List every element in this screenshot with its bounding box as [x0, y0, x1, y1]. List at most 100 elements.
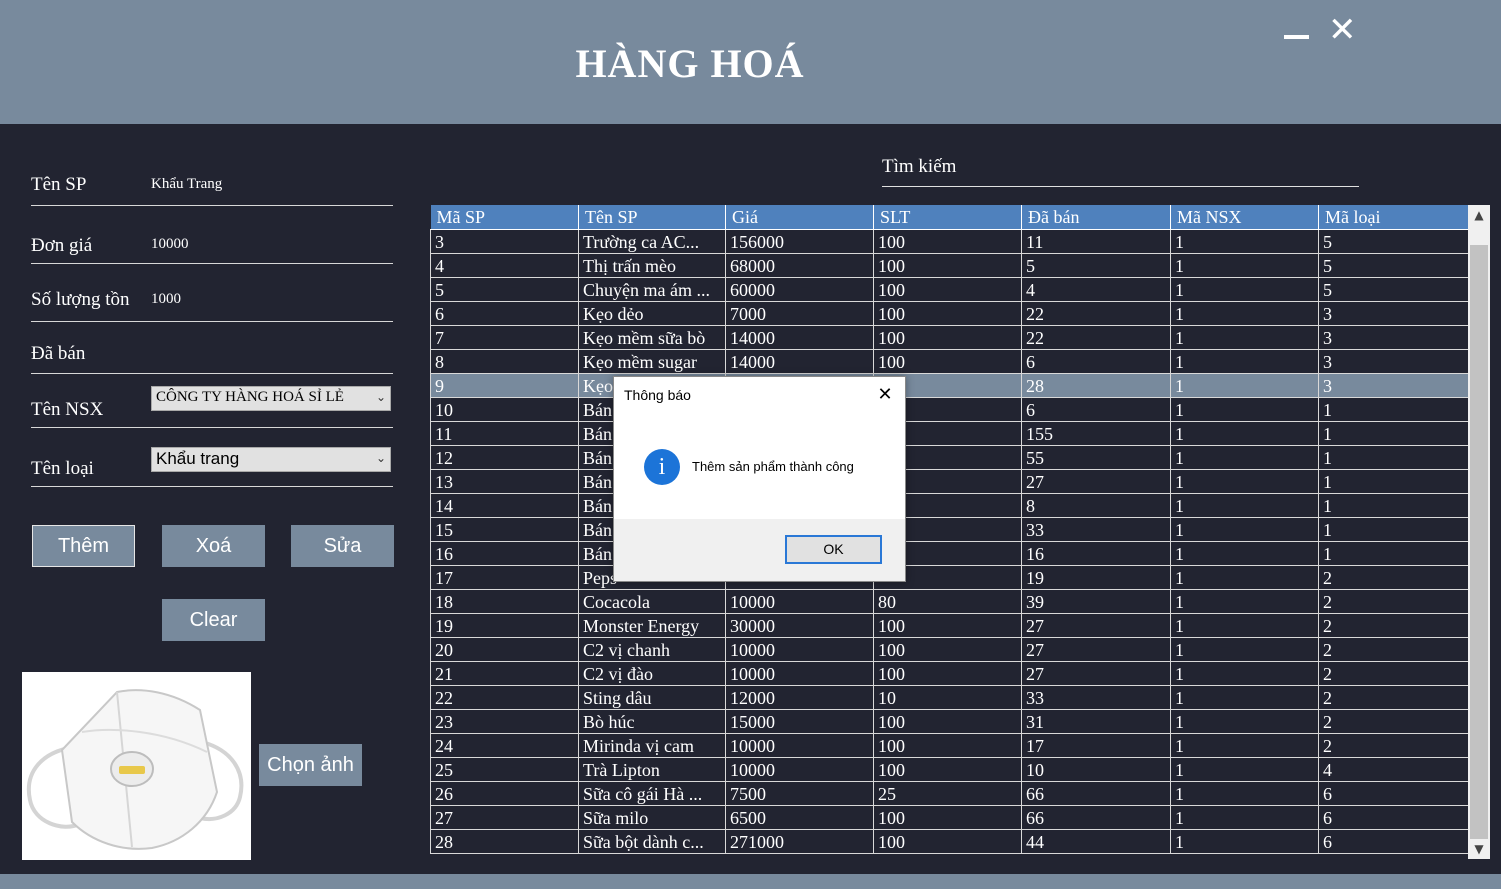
table-cell[interactable]: 14000 — [725, 325, 874, 350]
table-cell[interactable]: 1 — [1170, 829, 1319, 854]
ten-loai-select[interactable]: Khẩu trang ⌄ — [151, 447, 391, 472]
table-cell[interactable]: 2 — [1318, 565, 1468, 590]
table-row[interactable]: 12 Bán 55 1 1 — [430, 445, 1468, 470]
table-cell[interactable]: 5 — [430, 277, 579, 302]
table-cell[interactable]: 1 — [1170, 397, 1319, 422]
clear-button[interactable]: Clear — [162, 599, 265, 641]
table-cell[interactable]: 6 — [430, 301, 579, 326]
table-cell[interactable]: 1 — [1170, 469, 1319, 494]
table-cell[interactable]: 1 — [1170, 277, 1319, 302]
table-cell[interactable]: 100 — [873, 805, 1022, 830]
table-cell[interactable]: 2 — [1318, 661, 1468, 686]
table-cell[interactable]: 1 — [1170, 805, 1319, 830]
table-cell[interactable]: 1 — [1170, 757, 1319, 782]
table-cell[interactable]: 2 — [1318, 709, 1468, 734]
chon-anh-button[interactable]: Chọn ảnh — [259, 744, 362, 786]
table-cell[interactable]: 1 — [1318, 445, 1468, 470]
table-cell[interactable]: 2 — [1318, 637, 1468, 662]
table-cell[interactable]: 1 — [1170, 685, 1319, 710]
sua-button[interactable]: Sửa — [291, 525, 394, 567]
table-cell[interactable]: 1 — [1170, 421, 1319, 446]
table-cell[interactable]: 5 — [1318, 253, 1468, 278]
table-cell[interactable]: 66 — [1021, 781, 1171, 806]
table-cell[interactable]: Chuyện ma ám ... — [578, 277, 726, 302]
table-cell[interactable]: 3 — [1318, 325, 1468, 350]
table-row[interactable]: 17 Peps 19 1 2 — [430, 565, 1468, 590]
table-cell[interactable]: 100 — [873, 253, 1022, 278]
table-cell[interactable]: 18 — [430, 589, 579, 614]
table-cell[interactable]: 1 — [1170, 613, 1319, 638]
table-cell[interactable]: 156000 — [725, 229, 874, 254]
table-cell[interactable]: 13 — [430, 469, 579, 494]
table-cell[interactable]: 22 — [1021, 325, 1171, 350]
table-cell[interactable]: Mirinda vị cam — [578, 733, 726, 758]
table-row[interactable]: 25 Trà Lipton 10000 100 10 1 4 — [430, 757, 1468, 782]
table-cell[interactable]: 100 — [873, 829, 1022, 854]
column-header[interactable]: Tên SP — [578, 205, 726, 230]
vertical-scrollbar[interactable]: ▲ ▼ — [1468, 205, 1490, 859]
column-header[interactable]: SLT — [873, 205, 1022, 230]
table-cell[interactable]: 1 — [1170, 541, 1319, 566]
table-cell[interactable]: 27 — [1021, 613, 1171, 638]
table-cell[interactable]: 1 — [1170, 517, 1319, 542]
minimize-icon[interactable] — [1284, 35, 1309, 39]
table-cell[interactable]: 1 — [1170, 709, 1319, 734]
table-cell[interactable]: 27 — [430, 805, 579, 830]
table-cell[interactable]: 16 — [430, 541, 579, 566]
table-cell[interactable]: 33 — [1021, 517, 1171, 542]
xoa-button[interactable]: Xoá — [162, 525, 265, 567]
table-row[interactable]: 5 Chuyện ma ám ... 60000 100 4 1 5 — [430, 277, 1468, 302]
table-row[interactable]: 6 Kẹo dẻo 7000 100 22 1 3 — [430, 301, 1468, 326]
table-cell[interactable]: 100 — [873, 301, 1022, 326]
table-cell[interactable]: Kẹo mềm sữa bò — [578, 325, 726, 350]
table-cell[interactable]: 10 — [873, 685, 1022, 710]
table-cell[interactable]: Trường ca AC... — [578, 229, 726, 254]
table-cell[interactable]: 7000 — [725, 301, 874, 326]
table-cell[interactable]: Monster Energy — [578, 613, 726, 638]
table-cell[interactable]: 23 — [430, 709, 579, 734]
scroll-down-icon[interactable]: ▼ — [1468, 839, 1490, 859]
table-cell[interactable]: 17 — [1021, 733, 1171, 758]
table-cell[interactable]: 80 — [873, 589, 1022, 614]
table-cell[interactable]: 33 — [1021, 685, 1171, 710]
table-row[interactable]: 24 Mirinda vị cam 10000 100 17 1 2 — [430, 733, 1468, 758]
column-header[interactable]: Mã NSX — [1170, 205, 1319, 230]
table-cell[interactable]: 10 — [1021, 757, 1171, 782]
table-cell[interactable]: 55 — [1021, 445, 1171, 470]
table-cell[interactable]: 1 — [1170, 661, 1319, 686]
table-cell[interactable]: C2 vị đào — [578, 661, 726, 686]
table-cell[interactable]: 60000 — [725, 277, 874, 302]
table-cell[interactable]: 10000 — [725, 637, 874, 662]
dialog-close-icon[interactable]: ✕ — [873, 383, 897, 407]
table-cell[interactable]: 31 — [1021, 709, 1171, 734]
table-cell[interactable]: 1 — [1170, 253, 1319, 278]
table-cell[interactable]: 27 — [1021, 661, 1171, 686]
table-cell[interactable]: Sữa cô gái Hà ... — [578, 781, 726, 806]
table-cell[interactable]: Bò húc — [578, 709, 726, 734]
table-cell[interactable]: 155 — [1021, 421, 1171, 446]
table-row[interactable]: 7 Kẹo mềm sữa bò 14000 100 22 1 3 — [430, 325, 1468, 350]
table-cell[interactable]: 271000 — [725, 829, 874, 854]
table-cell[interactable]: C2 vị chanh — [578, 637, 726, 662]
table-cell[interactable]: 7500 — [725, 781, 874, 806]
table-cell[interactable]: 11 — [1021, 229, 1171, 254]
table-cell[interactable]: 1 — [1170, 565, 1319, 590]
table-cell[interactable]: Cocacola — [578, 589, 726, 614]
table-cell[interactable]: 12 — [430, 445, 579, 470]
table-row[interactable]: 3 Trường ca AC... 156000 100 11 1 5 — [430, 229, 1468, 254]
table-cell[interactable]: 1 — [1318, 469, 1468, 494]
table-cell[interactable]: 44 — [1021, 829, 1171, 854]
table-cell[interactable]: 5 — [1318, 229, 1468, 254]
table-cell[interactable]: 1 — [1170, 493, 1319, 518]
table-cell[interactable]: 1 — [1170, 325, 1319, 350]
table-cell[interactable]: 2 — [1318, 589, 1468, 614]
table-cell[interactable]: 10000 — [725, 757, 874, 782]
table-cell[interactable]: 1 — [1318, 541, 1468, 566]
table-cell[interactable]: 10000 — [725, 661, 874, 686]
table-row[interactable]: 21 C2 vị đào 10000 100 27 1 2 — [430, 661, 1468, 686]
ok-button[interactable]: OK — [785, 535, 882, 564]
table-cell[interactable]: 1 — [1318, 517, 1468, 542]
table-cell[interactable]: 22 — [1021, 301, 1171, 326]
table-row[interactable]: 26 Sữa cô gái Hà ... 7500 25 66 1 6 — [430, 781, 1468, 806]
table-cell[interactable]: 100 — [873, 613, 1022, 638]
